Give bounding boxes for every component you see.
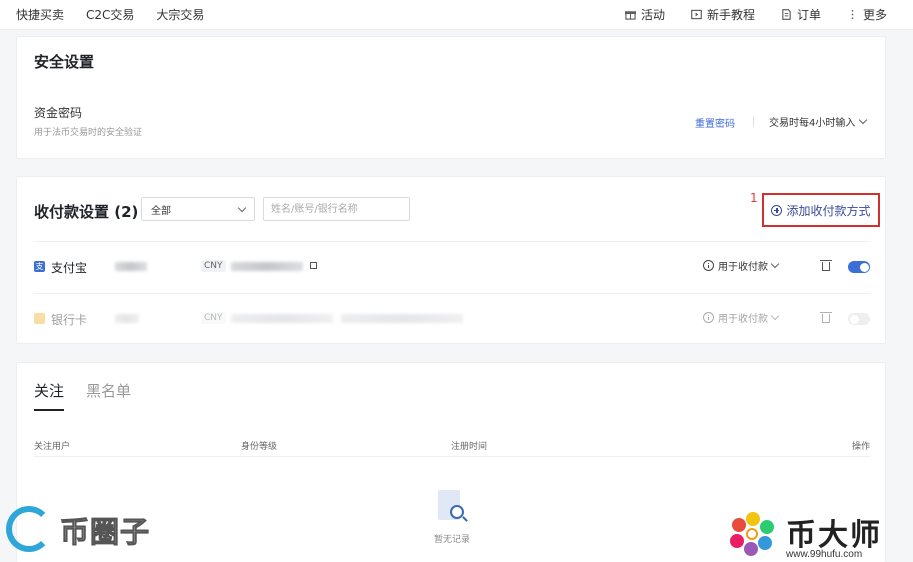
watermark-right-url: www.99hufu.com xyxy=(786,549,863,560)
usage-select[interactable]: 用于收付款 xyxy=(703,258,780,273)
info-icon xyxy=(703,260,714,271)
top-nav-right: 活动 新手教程 订单 更多 xyxy=(624,0,887,28)
payment-settings-card: 收付款设置 (2) 全部 1 添加收付款方式 支 支付宝 CNY 用于收付款 银… xyxy=(16,176,886,344)
add-payment-method-button[interactable]: 添加收付款方式 xyxy=(762,193,880,227)
usage-label: 用于收付款 xyxy=(718,314,768,325)
nav-link-quick-trade[interactable]: 快捷买卖 xyxy=(16,6,64,23)
redacted-account-number xyxy=(341,314,463,323)
video-icon xyxy=(691,9,702,19)
top-nav: 快捷买卖 C2C交易 大宗交易 活动 新手教程 订单 更多 xyxy=(0,0,913,30)
flower-logo-icon xyxy=(728,512,778,558)
nav-more[interactable]: 更多 xyxy=(847,6,887,23)
security-title: 安全设置 xyxy=(34,53,95,71)
follow-tabs: 关注 黑名单 xyxy=(34,380,131,411)
payment-search-input[interactable] xyxy=(263,197,410,221)
annotation-number: 1 xyxy=(750,191,758,205)
redacted-account-name xyxy=(115,314,139,323)
nav-orders-label: 订单 xyxy=(796,7,821,22)
watermark-right: 币大师 www.99hufu.com xyxy=(728,508,908,562)
nav-more-label: 更多 xyxy=(862,7,887,22)
table-header: 关注用户 身份等级 注册时间 操作 xyxy=(34,439,870,457)
watermark-left-text: 币圈子 xyxy=(59,515,151,550)
qr-code-icon[interactable] xyxy=(310,262,317,269)
nav-tutorial-label: 新手教程 xyxy=(706,7,755,22)
watermark-left: 币圈子 xyxy=(2,502,152,558)
chevron-down-icon xyxy=(770,311,780,321)
plus-circle-icon xyxy=(771,204,783,216)
column-header: 关注用户 xyxy=(34,442,71,452)
more-icon xyxy=(851,9,854,19)
security-settings-card: 安全设置 资金密码 用于法币交易时的安全验证 重置密码 交易时每4小时输入 xyxy=(16,36,886,159)
empty-state: 暂无记录 xyxy=(417,488,487,545)
enable-toggle[interactable] xyxy=(848,261,870,273)
currency-tag: CNY xyxy=(201,312,226,324)
divider xyxy=(753,117,754,127)
tab-blacklist[interactable]: 黑名单 xyxy=(86,380,131,411)
empty-search-icon xyxy=(436,488,468,528)
chevron-down-icon xyxy=(770,259,780,269)
column-header: 操作 xyxy=(851,442,870,452)
nav-tutorial[interactable]: 新手教程 xyxy=(691,6,755,23)
document-icon xyxy=(782,8,791,20)
currency-tag: CNY xyxy=(201,260,226,272)
watermark-right-title: 币大师 xyxy=(786,518,882,553)
chevron-down-icon xyxy=(237,203,247,212)
column-header: 注册时间 xyxy=(451,442,488,452)
input-frequency-value: 交易时每4小时输入 xyxy=(769,118,856,129)
payment-method-row: 银行卡 CNY 用于收付款 xyxy=(17,294,887,344)
top-nav-left: 快捷买卖 C2C交易 大宗交易 xyxy=(16,0,204,28)
payment-title: 收付款设置 (2) xyxy=(34,203,139,221)
fund-password-label: 资金密码 xyxy=(34,106,83,120)
payment-method-name: 支付宝 xyxy=(51,261,88,275)
usage-select[interactable]: 用于收付款 xyxy=(703,310,780,325)
watermark-logo-icon xyxy=(2,502,58,558)
payment-method-name: 银行卡 xyxy=(51,313,88,327)
nav-orders[interactable]: 订单 xyxy=(781,6,821,23)
info-icon xyxy=(703,312,714,323)
alipay-icon: 支 xyxy=(34,261,45,272)
enable-toggle[interactable] xyxy=(848,313,870,325)
trash-icon[interactable] xyxy=(820,260,832,271)
reset-password-link[interactable]: 重置密码 xyxy=(695,115,735,130)
empty-text: 暂无记录 xyxy=(433,535,470,545)
nav-activity[interactable]: 活动 xyxy=(624,6,665,23)
trash-icon[interactable] xyxy=(820,312,832,323)
column-header: 身份等级 xyxy=(241,442,278,452)
fund-password-desc: 用于法币交易时的安全验证 xyxy=(34,128,143,138)
usage-label: 用于收付款 xyxy=(718,262,768,273)
redacted-account-name xyxy=(115,262,147,271)
nav-link-c2c[interactable]: C2C交易 xyxy=(86,6,134,23)
add-payment-method-label: 添加收付款方式 xyxy=(786,203,871,218)
payment-method-row: 支 支付宝 CNY 用于收付款 xyxy=(17,242,887,292)
nav-link-block-trade[interactable]: 大宗交易 xyxy=(156,6,204,23)
bank-card-icon xyxy=(34,313,45,324)
tab-follow[interactable]: 关注 xyxy=(34,380,65,411)
redacted-account-number xyxy=(231,262,303,271)
gift-icon xyxy=(624,10,636,20)
payment-filter-select[interactable]: 全部 xyxy=(141,197,255,221)
redacted-bank-name xyxy=(231,314,333,323)
nav-activity-label: 活动 xyxy=(640,7,665,22)
chevron-down-icon xyxy=(859,115,868,125)
payment-filter-value: 全部 xyxy=(151,205,171,217)
input-frequency-select[interactable]: 交易时每4小时输入 xyxy=(769,114,868,129)
